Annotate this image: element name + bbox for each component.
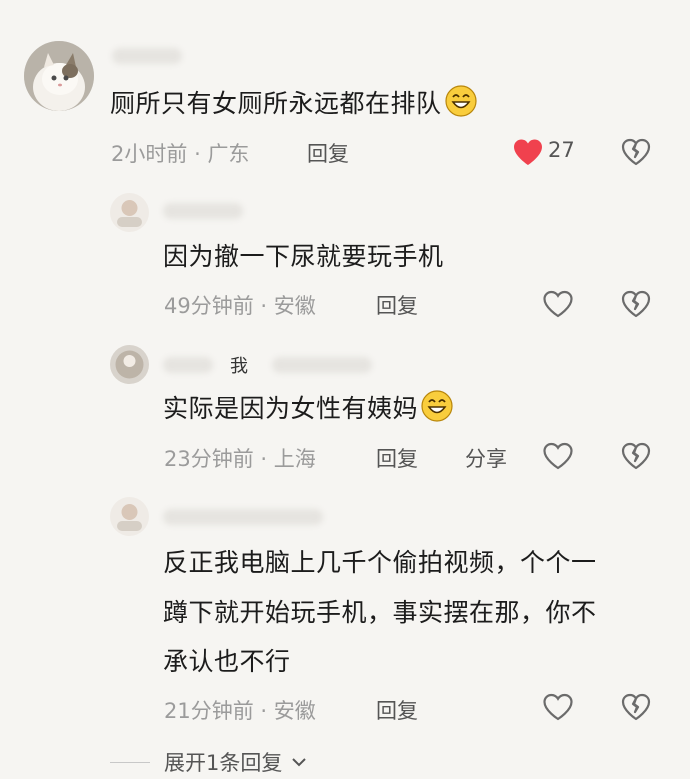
cat-avatar-icon [24, 41, 94, 111]
comment-text: 实际是因为女性有姨妈 [163, 389, 454, 428]
reply-button[interactable]: 回复 [376, 290, 418, 320]
expand-replies-label: 展开1条回复 [164, 751, 283, 775]
reply-to-blurred[interactable] [272, 357, 372, 373]
grin-emoji-icon [421, 390, 453, 422]
reply-button[interactable]: 回复 [376, 443, 418, 473]
expand-replies-button[interactable]: 展开1条回复 [164, 747, 307, 777]
username-blurred[interactable] [112, 48, 182, 64]
comment-meta: 2小时前 · 广东 [111, 142, 250, 166]
avatar[interactable] [110, 193, 149, 232]
heart-outline-icon[interactable] [542, 442, 574, 470]
heart-outline-icon[interactable] [542, 290, 574, 318]
dislike-broken-heart-icon[interactable] [621, 442, 651, 470]
heart-filled-icon[interactable] [512, 138, 544, 166]
avatar[interactable] [110, 345, 149, 384]
dislike-broken-heart-icon[interactable] [621, 290, 651, 318]
username-blurred[interactable] [163, 509, 323, 525]
username-blurred[interactable] [163, 203, 243, 219]
heart-outline-icon[interactable] [542, 693, 574, 721]
comment-meta: 49分钟前 · 安徽 [164, 294, 316, 318]
dislike-broken-heart-icon[interactable] [621, 138, 651, 166]
comment-meta: 21分钟前 · 安徽 [164, 699, 316, 723]
expand-divider [110, 762, 150, 763]
avatar[interactable] [110, 497, 149, 536]
comment-text-line: 承认也不行 [163, 647, 291, 676]
share-button[interactable]: 分享 [465, 443, 507, 473]
profile-avatar-icon [110, 345, 149, 384]
profile-avatar-icon [110, 497, 149, 536]
dislike-broken-heart-icon[interactable] [621, 693, 651, 721]
reply-button[interactable]: 回复 [307, 138, 349, 168]
comment-meta: 23分钟前 · 上海 [164, 447, 316, 471]
chevron-down-icon [292, 758, 306, 767]
profile-avatar-icon [110, 193, 149, 232]
comment-text: 因为撤一下尿就要玩手机 [163, 242, 444, 271]
grin-emoji-icon [444, 85, 477, 117]
comment-text: 厕所只有女厕所永远都在排队 [110, 84, 478, 123]
avatar[interactable] [24, 41, 94, 111]
username-blurred[interactable] [163, 357, 213, 373]
comment-text-line: 反正我电脑上几千个偷拍视频，个个一 [163, 548, 597, 577]
author-tag: 我 [230, 356, 248, 377]
reply-button[interactable]: 回复 [376, 695, 418, 725]
comment-text-line: 蹲下就开始玩手机，事实摆在那，你不 [163, 598, 597, 627]
like-count: 27 [548, 138, 575, 162]
